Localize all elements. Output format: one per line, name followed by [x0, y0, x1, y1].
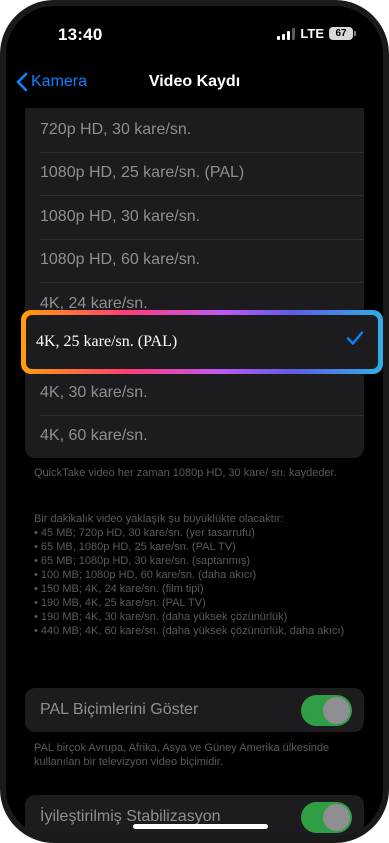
toggle-knob — [323, 697, 350, 724]
pal-formats-row: PAL Biçimlerini Göster — [25, 688, 364, 732]
size-info-line: • 45 MB; 720p HD, 30 kare/sn. (yer tasar… — [34, 527, 255, 539]
format-option-label: 1080p HD, 25 kare/sn. (PAL) — [40, 164, 245, 182]
size-info-line: • 440 MB; 4K, 60 kare/sn. (daha yüksek ç… — [34, 625, 345, 637]
status-bar: 13:40 LTE 67 — [6, 6, 383, 60]
network-type: LTE — [300, 26, 324, 41]
stabilization-row: İyileştirilmiş Stabilizasyon — [25, 795, 364, 837]
quicktake-note: QuickTake video her zaman 1080p HD, 30 k… — [34, 467, 337, 479]
size-info-line: • 65 MB; 1080p HD, 30 kare/sn. (saptanmı… — [34, 555, 251, 567]
size-info-line: • 190 MB; 4K, 30 kare/sn. (daha yüksek ç… — [34, 611, 288, 623]
page-title: Video Kaydı — [148, 73, 241, 90]
format-option-label: 1080p HD, 30 kare/sn. — [40, 207, 201, 225]
pal-toggle-group: PAL Biçimlerini Göster — [25, 688, 364, 732]
stabilization-toggle-group: İyileştirilmiş Stabilizasyon — [25, 795, 364, 837]
size-info: Bir dakikalık video yaklaşık şu büyüklük… — [34, 512, 354, 638]
format-option-selected[interactable]: 4K, 25 kare/sn. (PAL) — [26, 315, 378, 369]
format-option-label: 1080p HD, 60 kare/sn. — [40, 251, 201, 269]
format-list-top: 720p HD, 30 kare/sn. 1080p HD, 25 kare/s… — [25, 108, 364, 326]
signal-icon — [277, 27, 296, 40]
phone-screen: 13:40 LTE 67 Kamera Video Kaydı 720p HD,… — [6, 6, 383, 837]
battery-level: 67 — [335, 28, 347, 39]
format-list-bottom: 4K, 30 kare/sn. 4K, 60 kare/sn. — [25, 371, 364, 458]
format-option[interactable]: 1080p HD, 60 kare/sn. — [25, 238, 364, 283]
checkmark-icon — [346, 331, 364, 345]
size-info-line: • 190 MB, 4K, 25 kare/sn. (PAL TV) — [34, 597, 206, 609]
home-indicator — [133, 824, 268, 829]
size-info-line: • 65 MB, 1080p HD, 25 kare/sn. (PAL TV) — [34, 541, 236, 553]
format-option[interactable]: 1080p HD, 30 kare/sn. — [25, 195, 364, 239]
status-icons: LTE 67 — [277, 26, 356, 41]
size-info-intro: Bir dakikalık video yaklaşık şu büyüklük… — [34, 513, 284, 525]
pal-formats-label: PAL Biçimlerini Göster — [40, 701, 199, 718]
format-option-label: 720p HD, 30 kare/sn. — [40, 120, 192, 138]
battery-icon: 67 — [329, 27, 356, 40]
format-option[interactable]: 720p HD, 30 kare/sn. — [25, 108, 364, 152]
status-time: 13:40 — [58, 25, 103, 44]
pal-formats-toggle[interactable] — [301, 695, 352, 726]
pal-note: PAL birçok Avrupa, Afrika, Asya ve Güney… — [34, 742, 330, 768]
format-option[interactable]: 4K, 30 kare/sn. — [25, 371, 364, 415]
stabilization-toggle[interactable] — [301, 802, 352, 833]
size-info-line: • 150 MB; 4K, 24 kare/sn. (film tipi) — [34, 583, 204, 595]
format-option-label: 4K, 30 kare/sn. — [40, 383, 148, 401]
size-info-line: • 100 MB; 1080p HD, 60 kare/sn. (daha ak… — [34, 569, 257, 581]
format-option-label: 4K, 60 kare/sn. — [40, 427, 148, 445]
format-option-label: 4K, 25 kare/sn. (PAL) — [36, 333, 178, 350]
format-option[interactable]: 4K, 60 kare/sn. — [25, 414, 364, 459]
selected-format-highlight: 4K, 25 kare/sn. (PAL) — [21, 310, 383, 374]
navigation-bar: Kamera Video Kaydı — [6, 64, 383, 108]
toggle-knob — [323, 804, 350, 831]
format-option[interactable]: 1080p HD, 25 kare/sn. (PAL) — [25, 151, 364, 196]
